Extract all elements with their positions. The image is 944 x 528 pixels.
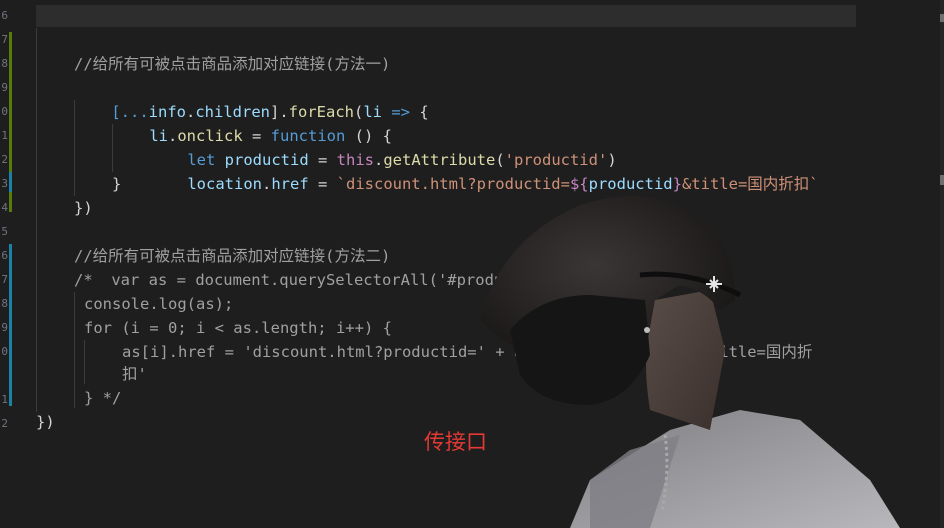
template-interpolation: ${ [569, 175, 589, 193]
line-number: 4 [1, 201, 8, 214]
code-comment: console.log(as); [84, 295, 234, 313]
line-number: 2 [1, 153, 8, 166]
editor-scrollbar[interactable] [940, 0, 944, 528]
line-number: 5 [1, 225, 8, 238]
git-modified-indicator[interactable] [9, 244, 12, 406]
line-number: 6 [1, 249, 8, 262]
line-number: 8 [1, 297, 8, 310]
code-comment: as[i].href = 'discount.html?productid=' … [122, 343, 813, 361]
line-number: 0 [1, 105, 8, 118]
code-comment: //给所有可被点击商品添加对应链接(方法一) [74, 55, 391, 73]
code-line: location.href = `discount.html?productid… [150, 148, 819, 220]
indent-guide [74, 292, 75, 408]
code-comment: //给所有可被点击商品添加对应链接(方法二) [74, 247, 391, 265]
line-number: 7 [1, 273, 8, 286]
identifier: productid [588, 175, 673, 193]
line-number: 9 [1, 81, 8, 94]
code-line: } [112, 175, 122, 193]
scrollbar-marker [940, 175, 944, 185]
identifier: location [187, 175, 262, 193]
line-number: 8 [1, 57, 8, 70]
line-number: 0 [1, 345, 8, 358]
code-comment: 扣' [122, 365, 147, 383]
git-modified-indicator[interactable] [9, 172, 12, 192]
template-string: `discount.html?productid= [336, 175, 570, 193]
scrollbar-marker [940, 14, 944, 22]
line-number: 1 [1, 129, 8, 142]
code-comment: for (i = 0; i < as.length; i++) { [84, 319, 392, 337]
indent-guide [36, 28, 37, 412]
line-number: 9 [1, 321, 8, 334]
code-line: }) [36, 413, 55, 431]
template-interpolation: } [672, 175, 682, 193]
property: href [271, 175, 309, 193]
punctuation: { [419, 103, 429, 121]
operator: = [308, 175, 337, 193]
punctuation: . [261, 175, 272, 193]
code-comment: /* var as = document.querySelectorAll('#… [74, 271, 616, 289]
line-number: 2 [1, 417, 8, 430]
code-comment: } */ [84, 389, 122, 407]
current-line-highlight [36, 5, 856, 27]
line-number: 3 [1, 177, 8, 190]
code-line: }) [74, 199, 93, 217]
line-number: 7 [1, 33, 8, 46]
indent-guide [84, 340, 85, 384]
line-number: 1 [1, 393, 8, 406]
watermark-text: 传接口 [424, 430, 487, 454]
template-string: &title=国内折扣` [681, 175, 819, 193]
line-number: 6 [1, 9, 8, 22]
